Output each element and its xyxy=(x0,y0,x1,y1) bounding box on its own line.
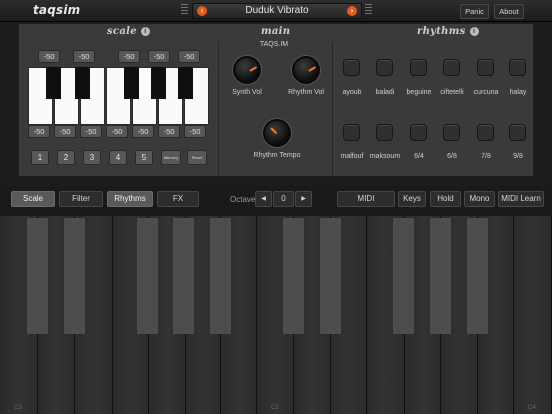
control-bar: Scale Filter Rhythms FX Octave ◀ 0 ▶ MID… xyxy=(0,186,552,214)
note-label: C3 xyxy=(271,405,279,411)
cents-offset[interactable]: -50 xyxy=(80,125,102,138)
note-label: C3 xyxy=(14,405,22,411)
black-key[interactable] xyxy=(27,218,48,334)
settings-panel: scale i main rhythms i -50 -50 -50 -50 -50… xyxy=(18,23,534,177)
rhythm-pad-malfouf[interactable] xyxy=(343,124,360,141)
black-key[interactable] xyxy=(430,218,451,334)
black-key[interactable] xyxy=(320,218,341,334)
rhythm-pad-6-8[interactable] xyxy=(443,124,460,141)
rhythms-section-title: rhythms i xyxy=(417,26,479,37)
cents-offset[interactable]: -50 xyxy=(184,125,206,138)
rhythm-pad-6-4[interactable] xyxy=(410,124,427,141)
rhythm-vol-knob[interactable] xyxy=(292,56,320,84)
synth-vol-knob[interactable] xyxy=(233,56,261,84)
cents-offset[interactable]: -50 xyxy=(73,50,95,63)
info-icon[interactable]: i xyxy=(469,27,479,36)
next-preset-button[interactable]: › xyxy=(347,6,357,16)
rhythm-tempo-knob[interactable] xyxy=(263,119,291,147)
scale-black-key[interactable] xyxy=(75,67,90,99)
black-key[interactable] xyxy=(137,218,158,334)
cents-offset[interactable]: -50 xyxy=(106,125,128,138)
keys-button[interactable]: Keys xyxy=(398,191,426,207)
black-key[interactable] xyxy=(173,218,194,334)
reset-button[interactable]: Reset xyxy=(187,150,207,165)
preset-selector[interactable]: ‹ Duduk Vibrato › xyxy=(192,3,362,19)
top-bar: taqsim ‹ Duduk Vibrato › Panic About xyxy=(0,0,552,22)
octave-label: Octave xyxy=(230,195,256,204)
hold-button[interactable]: Hold xyxy=(430,191,461,207)
rhythm-vol-label: Rhythm Vol xyxy=(288,89,324,96)
rhythm-pad-7-8[interactable] xyxy=(477,124,494,141)
cents-offset[interactable]: -50 xyxy=(178,50,200,63)
midi-learn-button[interactable]: MIDI Learn xyxy=(498,191,544,207)
cents-offset[interactable]: -50 xyxy=(28,125,50,138)
about-button[interactable]: About xyxy=(494,4,524,19)
memory-slot-button[interactable]: 4 xyxy=(109,150,127,165)
piano-keyboard: C3 C3 C4 xyxy=(0,216,552,414)
rhythm-pad-ciftetelli[interactable] xyxy=(443,59,460,76)
black-key[interactable] xyxy=(467,218,488,334)
scale-black-key[interactable] xyxy=(151,67,166,99)
cents-offset[interactable]: -50 xyxy=(158,125,180,138)
rhythm-pad-baladi[interactable] xyxy=(376,59,393,76)
rhythm-label: 9/8 xyxy=(513,153,523,160)
tab-rhythms[interactable]: Rhythms xyxy=(107,191,153,207)
info-icon[interactable]: i xyxy=(140,27,150,36)
scale-black-key[interactable] xyxy=(178,67,193,99)
rhythm-pad-curcuna[interactable] xyxy=(477,59,494,76)
cents-offset[interactable]: -50 xyxy=(148,50,170,63)
scale-section-title: scale i xyxy=(107,26,150,37)
rhythm-tempo-label: Rhythm Tempo xyxy=(253,152,301,159)
main-subtitle: TAQS.IM xyxy=(259,41,289,48)
rhythm-pad-9-8[interactable] xyxy=(509,124,526,141)
grip-icon xyxy=(365,4,372,18)
rhythm-pad-halay[interactable] xyxy=(509,59,526,76)
divider xyxy=(218,42,219,176)
grip-icon xyxy=(181,4,188,18)
scale-black-key[interactable] xyxy=(124,67,139,99)
memory-slot-button[interactable]: 1 xyxy=(31,150,49,165)
memory-slot-button[interactable]: 3 xyxy=(83,150,101,165)
scale-black-key[interactable] xyxy=(46,67,61,99)
cents-offset[interactable]: -50 xyxy=(54,125,76,138)
rhythms-title: rhythms xyxy=(417,26,466,37)
panic-button[interactable]: Panic xyxy=(460,4,489,19)
memory-slot-button[interactable]: 2 xyxy=(57,150,75,165)
tab-scale[interactable]: Scale xyxy=(11,191,55,207)
cents-offset[interactable]: -50 xyxy=(132,125,154,138)
app-logo: taqsim xyxy=(33,3,81,17)
note-label: C4 xyxy=(528,405,536,411)
rhythm-pad-beguine[interactable] xyxy=(410,59,427,76)
scale-title: scale xyxy=(107,26,137,37)
black-key[interactable] xyxy=(210,218,231,334)
tab-filter[interactable]: Filter xyxy=(59,191,103,207)
black-key[interactable] xyxy=(283,218,304,334)
cents-offset[interactable]: -50 xyxy=(38,50,60,63)
rhythm-label: halay xyxy=(509,89,527,96)
black-key[interactable] xyxy=(64,218,85,334)
octave-down-button[interactable]: ◀ xyxy=(255,191,272,207)
main-section-title: main xyxy=(261,26,291,37)
memory-slot-button[interactable]: 5 xyxy=(135,150,153,165)
memory-button[interactable]: Memory xyxy=(161,150,181,165)
tab-fx[interactable]: FX xyxy=(157,191,199,207)
black-key[interactable] xyxy=(393,218,414,334)
mono-button[interactable]: Mono xyxy=(464,191,495,207)
cents-offset[interactable]: -50 xyxy=(118,50,140,63)
octave-value: 0 xyxy=(273,191,294,207)
white-key[interactable] xyxy=(514,216,552,414)
scale-keyboard xyxy=(28,67,210,125)
octave-up-button[interactable]: ▶ xyxy=(295,191,312,207)
knob-indicator xyxy=(249,66,258,72)
rhythm-pad-maksoum[interactable] xyxy=(376,124,393,141)
midi-button[interactable]: MIDI xyxy=(337,191,395,207)
rhythm-pad-ayoub[interactable] xyxy=(343,59,360,76)
knob-indicator xyxy=(308,66,317,72)
knob-indicator xyxy=(270,127,278,135)
preset-name: Duduk Vibrato xyxy=(245,5,309,16)
